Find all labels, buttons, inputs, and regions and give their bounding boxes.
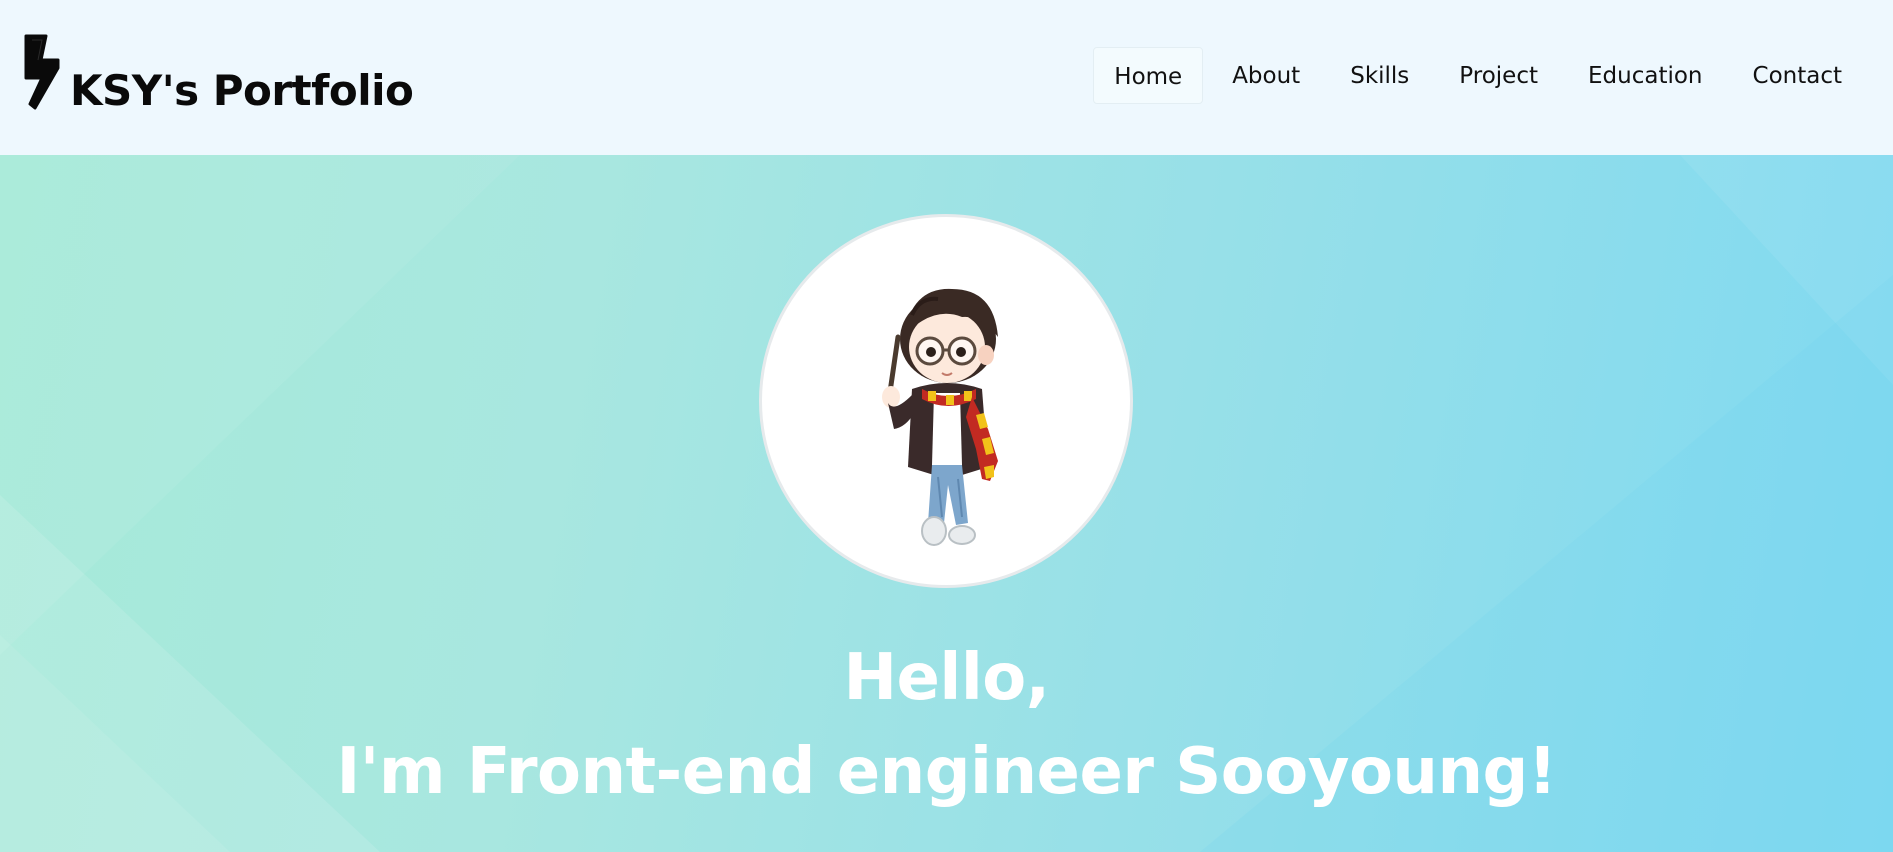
nav-item-education[interactable]: Education — [1567, 48, 1724, 103]
hero-heading-line1: Hello, — [843, 641, 1050, 715]
hero-heading: Hello, I'm Front-end engineer Sooyoung! — [0, 631, 1893, 819]
character-illustration — [882, 288, 998, 546]
navbar: KSY's Portfolio Home About Skills Projec… — [0, 0, 1893, 155]
nav-item-about[interactable]: About — [1211, 48, 1321, 103]
hero-heading-line2: I'm Front-end engineer Sooyoung! — [336, 735, 1557, 809]
brand-logo-link[interactable]: KSY's Portfolio — [22, 34, 414, 115]
nav-item-home[interactable]: Home — [1093, 47, 1204, 104]
profile-avatar — [759, 214, 1133, 588]
hero-section: Hello, I'm Front-end engineer Sooyoung! — [0, 155, 1893, 852]
nav-item-skills[interactable]: Skills — [1329, 48, 1430, 103]
nav-item-project[interactable]: Project — [1438, 48, 1559, 103]
page: KSY's Portfolio Home About Skills Projec… — [0, 0, 1893, 852]
nav-item-contact[interactable]: Contact — [1732, 48, 1863, 103]
brand-title: KSY's Portfolio — [70, 66, 414, 115]
main-nav: Home About Skills Project Education Cont… — [1085, 47, 1863, 104]
lightning-bolt-icon — [24, 34, 60, 110]
